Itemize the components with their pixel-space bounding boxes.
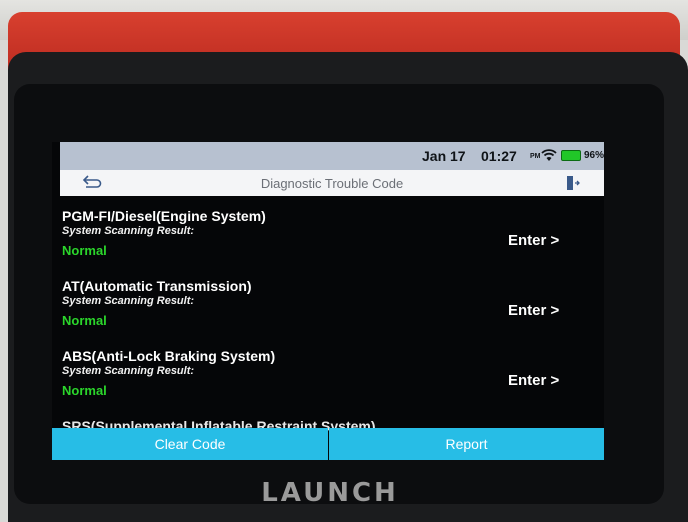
system-name: PGM-FI/Diesel(Engine System) [62, 208, 266, 224]
scan-result-label: System Scanning Result: [62, 225, 195, 237]
report-button[interactable]: Report [329, 428, 604, 460]
scan-result-status: Normal [62, 383, 107, 398]
status-bar: Jan 17 01:27 PM 96% [60, 142, 604, 170]
system-item: AT(Automatic Transmission) System Scanni… [52, 266, 604, 336]
bottom-button-bar: Clear Code Report [52, 428, 604, 460]
battery-percent: 96% [584, 150, 604, 161]
page-title: Diagnostic Trouble Code [260, 176, 404, 191]
scan-result-status: Normal [62, 243, 107, 258]
system-item: ABS(Anti-Lock Braking System) System Sca… [52, 336, 604, 406]
clear-code-button[interactable]: Clear Code [52, 428, 328, 460]
status-time: 01:27 [481, 148, 517, 164]
device-brand-logo: LAUNCH [261, 478, 399, 508]
title-bar: Diagnostic Trouble Code [60, 170, 604, 196]
system-name: AT(Automatic Transmission) [62, 278, 252, 294]
status-ampm: PM [530, 153, 541, 160]
battery-icon [561, 150, 581, 161]
scan-result-label: System Scanning Result: [62, 295, 195, 307]
device-screen: Jan 17 01:27 PM 96% Diagnostic Trouble C… [52, 142, 604, 460]
enter-button[interactable]: Enter > [508, 302, 559, 319]
status-date: Jan 17 [422, 148, 466, 164]
exit-icon[interactable] [566, 175, 580, 191]
system-name: ABS(Anti-Lock Braking System) [62, 348, 276, 364]
scan-result-status: Normal [62, 313, 107, 328]
enter-button[interactable]: Enter > [508, 232, 559, 249]
enter-button[interactable]: Enter > [508, 372, 559, 389]
wifi-icon [541, 149, 557, 161]
system-item: PGM-FI/Diesel(Engine System) System Scan… [52, 196, 604, 266]
scan-result-label: System Scanning Result: [62, 365, 195, 377]
